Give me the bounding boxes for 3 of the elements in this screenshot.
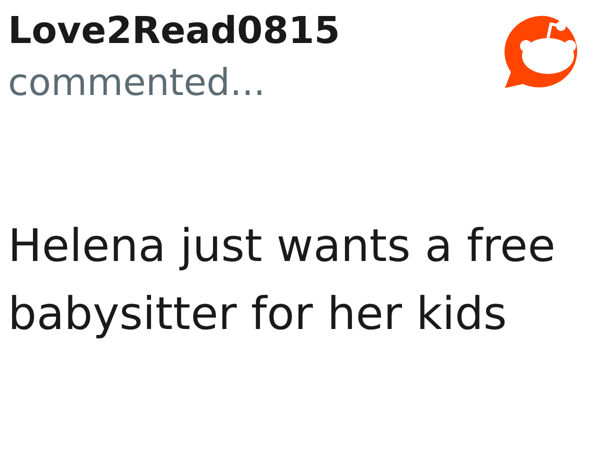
username: Love2Read0815 <box>8 8 340 54</box>
comment-text: Helena just wants a free babysitter for her kids <box>8 218 556 342</box>
comment-label: commented... <box>8 60 266 106</box>
